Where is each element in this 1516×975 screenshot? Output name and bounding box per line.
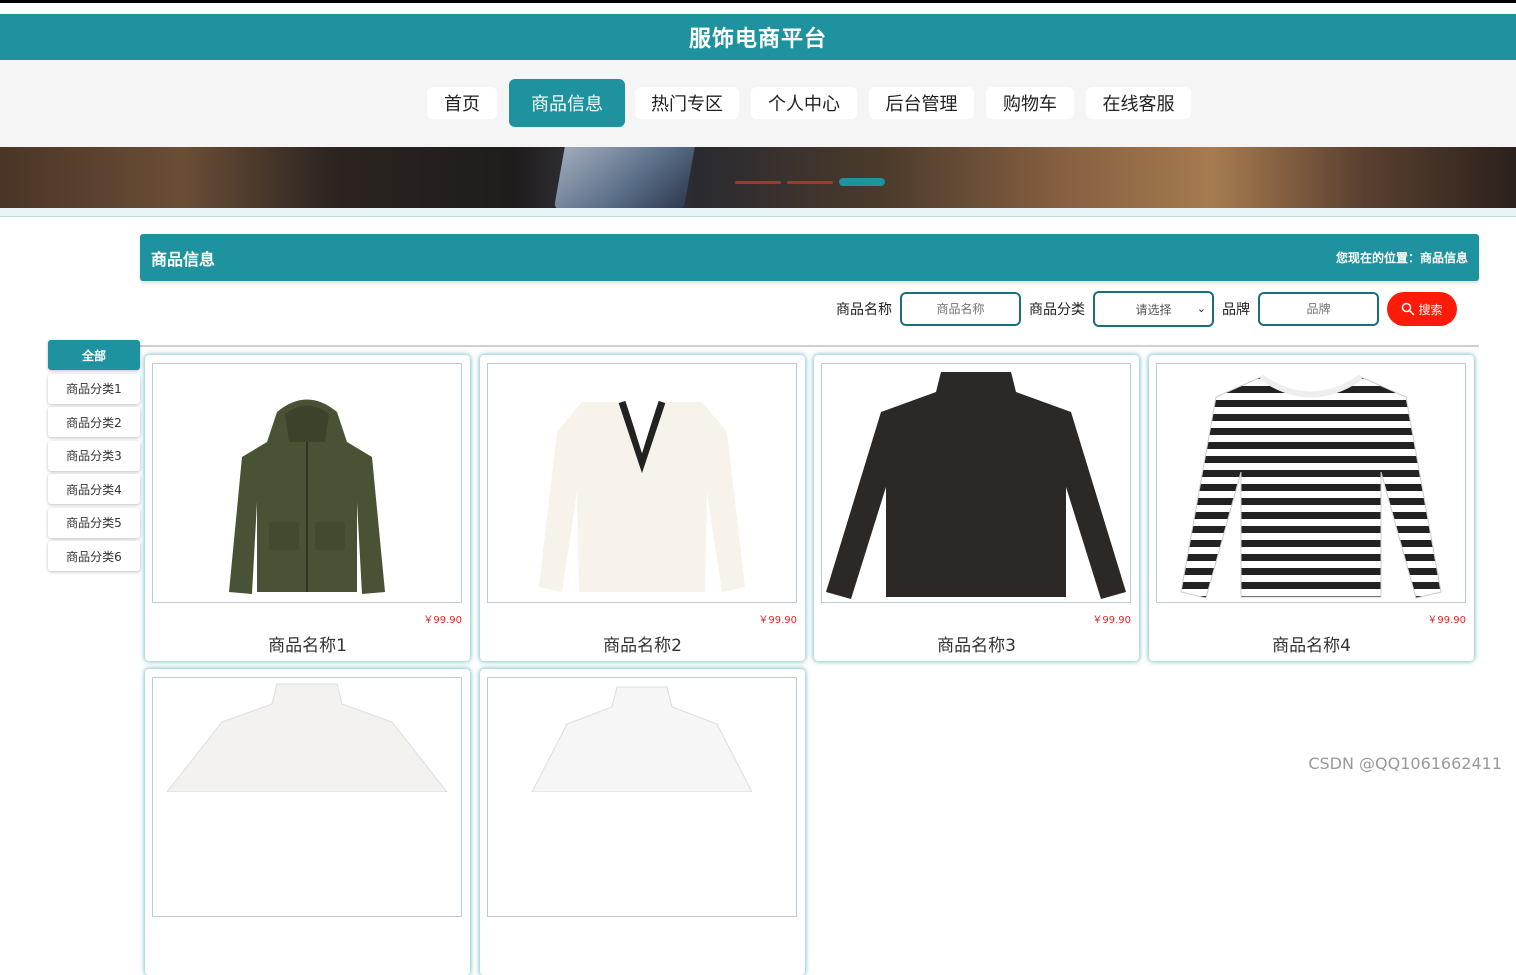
category-item-4[interactable]: 商品分类4 [48,474,140,504]
main-nav: 首页 商品信息 热门专区 个人中心 后台管理 购物车 在线客服 [0,60,1516,147]
product-card[interactable]: ￥99.90 商品名称3 [814,355,1139,661]
search-button[interactable]: 搜索 [1387,292,1457,326]
category-select-value: 请选择 [1135,302,1172,317]
product-name[interactable]: 商品名称2 [480,631,805,656]
product-name[interactable]: 商品名称1 [145,631,470,656]
category-item-2[interactable]: 商品分类2 [48,407,140,437]
nav-hot-zone[interactable]: 热门专区 [635,87,739,119]
product-price: ￥99.90 [1092,615,1131,626]
product-image-green-jacket[interactable] [152,363,462,603]
brand-label: 品牌 [1222,302,1250,318]
category-label: 商品分类 [1029,302,1085,318]
content-divider [140,345,1479,347]
nav-cart[interactable]: 购物车 [986,87,1074,119]
product-name-input[interactable] [900,292,1021,326]
search-icon [1402,302,1416,316]
product-price: ￥99.90 [758,615,797,626]
brand-input[interactable] [1258,292,1379,326]
product-image-white-v-neck-sweater[interactable] [487,363,797,603]
product-price: ￥99.90 [1427,615,1466,626]
category-item-1[interactable]: 商品分类1 [48,373,140,404]
watermark: CSDN @QQ1061662411 [1308,754,1502,773]
nav-admin[interactable]: 后台管理 [869,87,974,119]
category-item-6[interactable]: 商品分类6 [48,541,140,571]
banner-carousel[interactable] [0,147,1516,208]
carousel-dot-1[interactable] [735,181,781,184]
top-border-line [0,0,1516,3]
product-image-white-turtleneck-2[interactable] [487,677,797,917]
product-card[interactable] [145,669,470,975]
nav-customer-service[interactable]: 在线客服 [1086,87,1191,119]
category-item-3[interactable]: 商品分类3 [48,440,140,471]
banner-image [553,147,697,208]
carousel-dot-3[interactable] [839,178,885,186]
category-select[interactable]: 请选择 ⌄ [1093,291,1214,327]
search-bar: 商品名称 商品分类 请选择 ⌄ 品牌 搜索 [836,290,1457,328]
carousel-indicators [735,178,885,186]
site-title: 服饰电商平台 [688,27,827,52]
banner-separator [0,208,1516,217]
search-button-label: 搜索 [1418,302,1443,317]
product-card[interactable] [480,669,805,975]
section-header: 商品信息 您现在的位置：商品信息 [140,234,1479,281]
product-card[interactable]: ￥99.90 商品名称1 [145,355,470,661]
category-all[interactable]: 全部 [48,340,140,370]
breadcrumb: 您现在的位置：商品信息 [1335,251,1468,265]
product-image-striped-long-sleeve[interactable] [1156,363,1466,603]
product-name-label: 商品名称 [836,302,892,318]
product-price: ￥99.90 [423,615,462,626]
product-card[interactable]: ￥99.90 商品名称4 [1149,355,1474,661]
section-title: 商品信息 [151,250,216,269]
product-image-white-turtleneck[interactable] [152,677,462,917]
carousel-dot-2[interactable] [787,181,833,184]
product-name[interactable]: 商品名称4 [1149,631,1474,656]
category-sidebar: 全部 商品分类1 商品分类2 商品分类3 商品分类4 商品分类5 商品分类6 [48,340,140,575]
site-title-bar: 服饰电商平台 [0,14,1516,60]
product-name[interactable]: 商品名称3 [814,631,1139,656]
category-item-5[interactable]: 商品分类5 [48,507,140,538]
nav-personal-center[interactable]: 个人中心 [751,87,857,119]
product-card[interactable]: ￥99.90 商品名称2 [480,355,805,661]
nav-home[interactable]: 首页 [427,87,497,119]
product-image-black-turtleneck[interactable] [821,363,1131,603]
nav-products[interactable]: 商品信息 [509,79,625,127]
chevron-down-icon: ⌄ [1196,302,1206,315]
